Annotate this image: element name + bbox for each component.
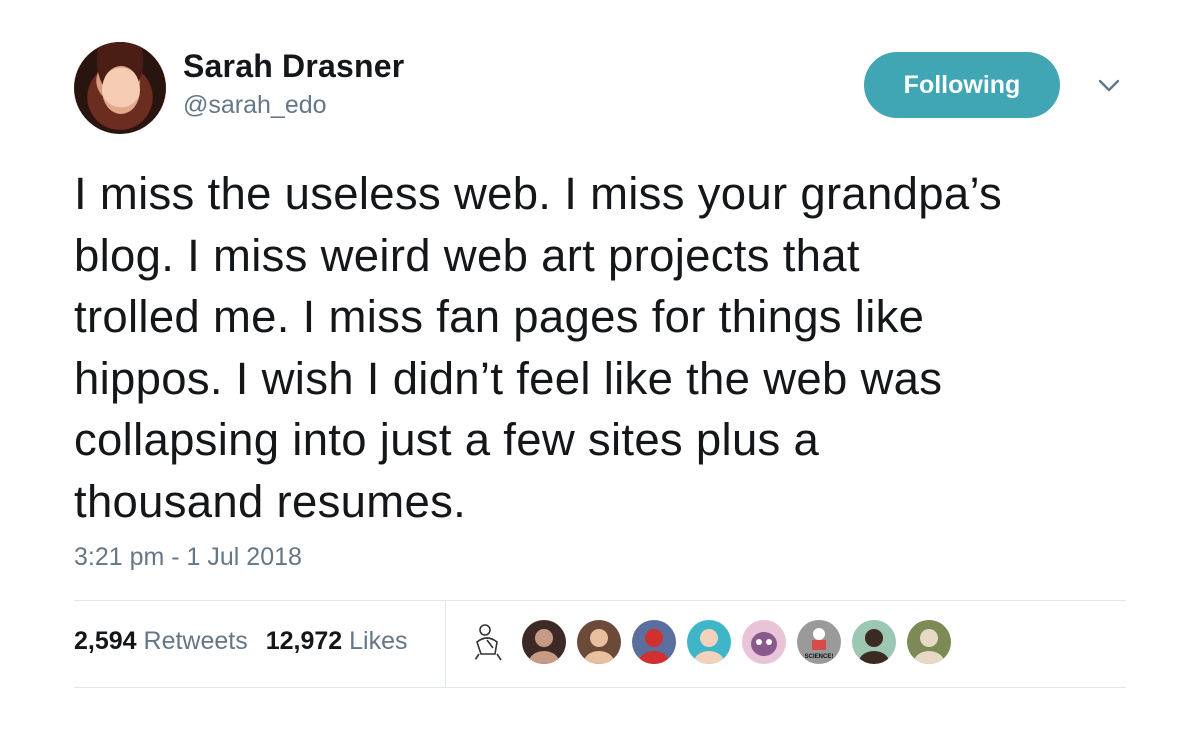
author-avatar[interactable] xyxy=(74,42,166,134)
science-figure-icon: SCIENCE! xyxy=(805,628,834,660)
chevron-down-icon[interactable] xyxy=(1096,75,1122,95)
person-avatar[interactable] xyxy=(522,620,566,664)
tweet-stats: 2,594 Retweets 12,972 Likes xyxy=(74,627,408,656)
tweet-timestamp[interactable]: 3:21 pm - 1 Jul 2018 xyxy=(74,543,302,572)
tweet-text: I miss the useless web. I miss your gran… xyxy=(74,168,1003,527)
person-avatar[interactable] xyxy=(577,620,621,664)
person-avatar[interactable] xyxy=(907,620,951,664)
person-avatar[interactable] xyxy=(852,620,896,664)
author-name[interactable]: Sarah Drasner xyxy=(183,48,404,85)
cartoon-face-icon xyxy=(751,632,777,656)
bottom-divider xyxy=(74,687,1126,688)
person-silhouette-icon xyxy=(859,629,889,664)
person-avatar[interactable] xyxy=(687,620,731,664)
person-silhouette-icon xyxy=(914,629,944,664)
stats-divider xyxy=(445,600,446,688)
likes-stat[interactable]: 12,972 Likes xyxy=(266,627,408,656)
likes-count: 12,972 xyxy=(265,627,343,655)
person-silhouette-icon xyxy=(529,629,559,664)
retweets-count: 2,594 xyxy=(74,627,137,655)
likes-label: Likes xyxy=(349,627,408,655)
person-silhouette-icon xyxy=(639,629,669,664)
following-button[interactable]: Following xyxy=(864,52,1060,118)
author-handle[interactable]: @sarah_edo xyxy=(183,91,327,120)
top-divider xyxy=(74,600,1126,601)
svg-text:SCIENCE!: SCIENCE! xyxy=(805,654,834,660)
retweets-label: Retweets xyxy=(143,627,248,655)
person-silhouette-icon xyxy=(584,629,614,664)
likers-list: SCIENCE! xyxy=(467,620,951,664)
person-silhouette-icon xyxy=(694,629,724,664)
sketch-avatar[interactable] xyxy=(467,620,511,664)
science-avatar[interactable]: SCIENCE! xyxy=(797,620,841,664)
cartoon-avatar[interactable] xyxy=(742,620,786,664)
sketch-figure-icon xyxy=(474,624,502,661)
person-avatar[interactable] xyxy=(632,620,676,664)
avatar-face xyxy=(102,66,140,114)
retweets-stat[interactable]: 2,594 Retweets xyxy=(74,627,248,656)
